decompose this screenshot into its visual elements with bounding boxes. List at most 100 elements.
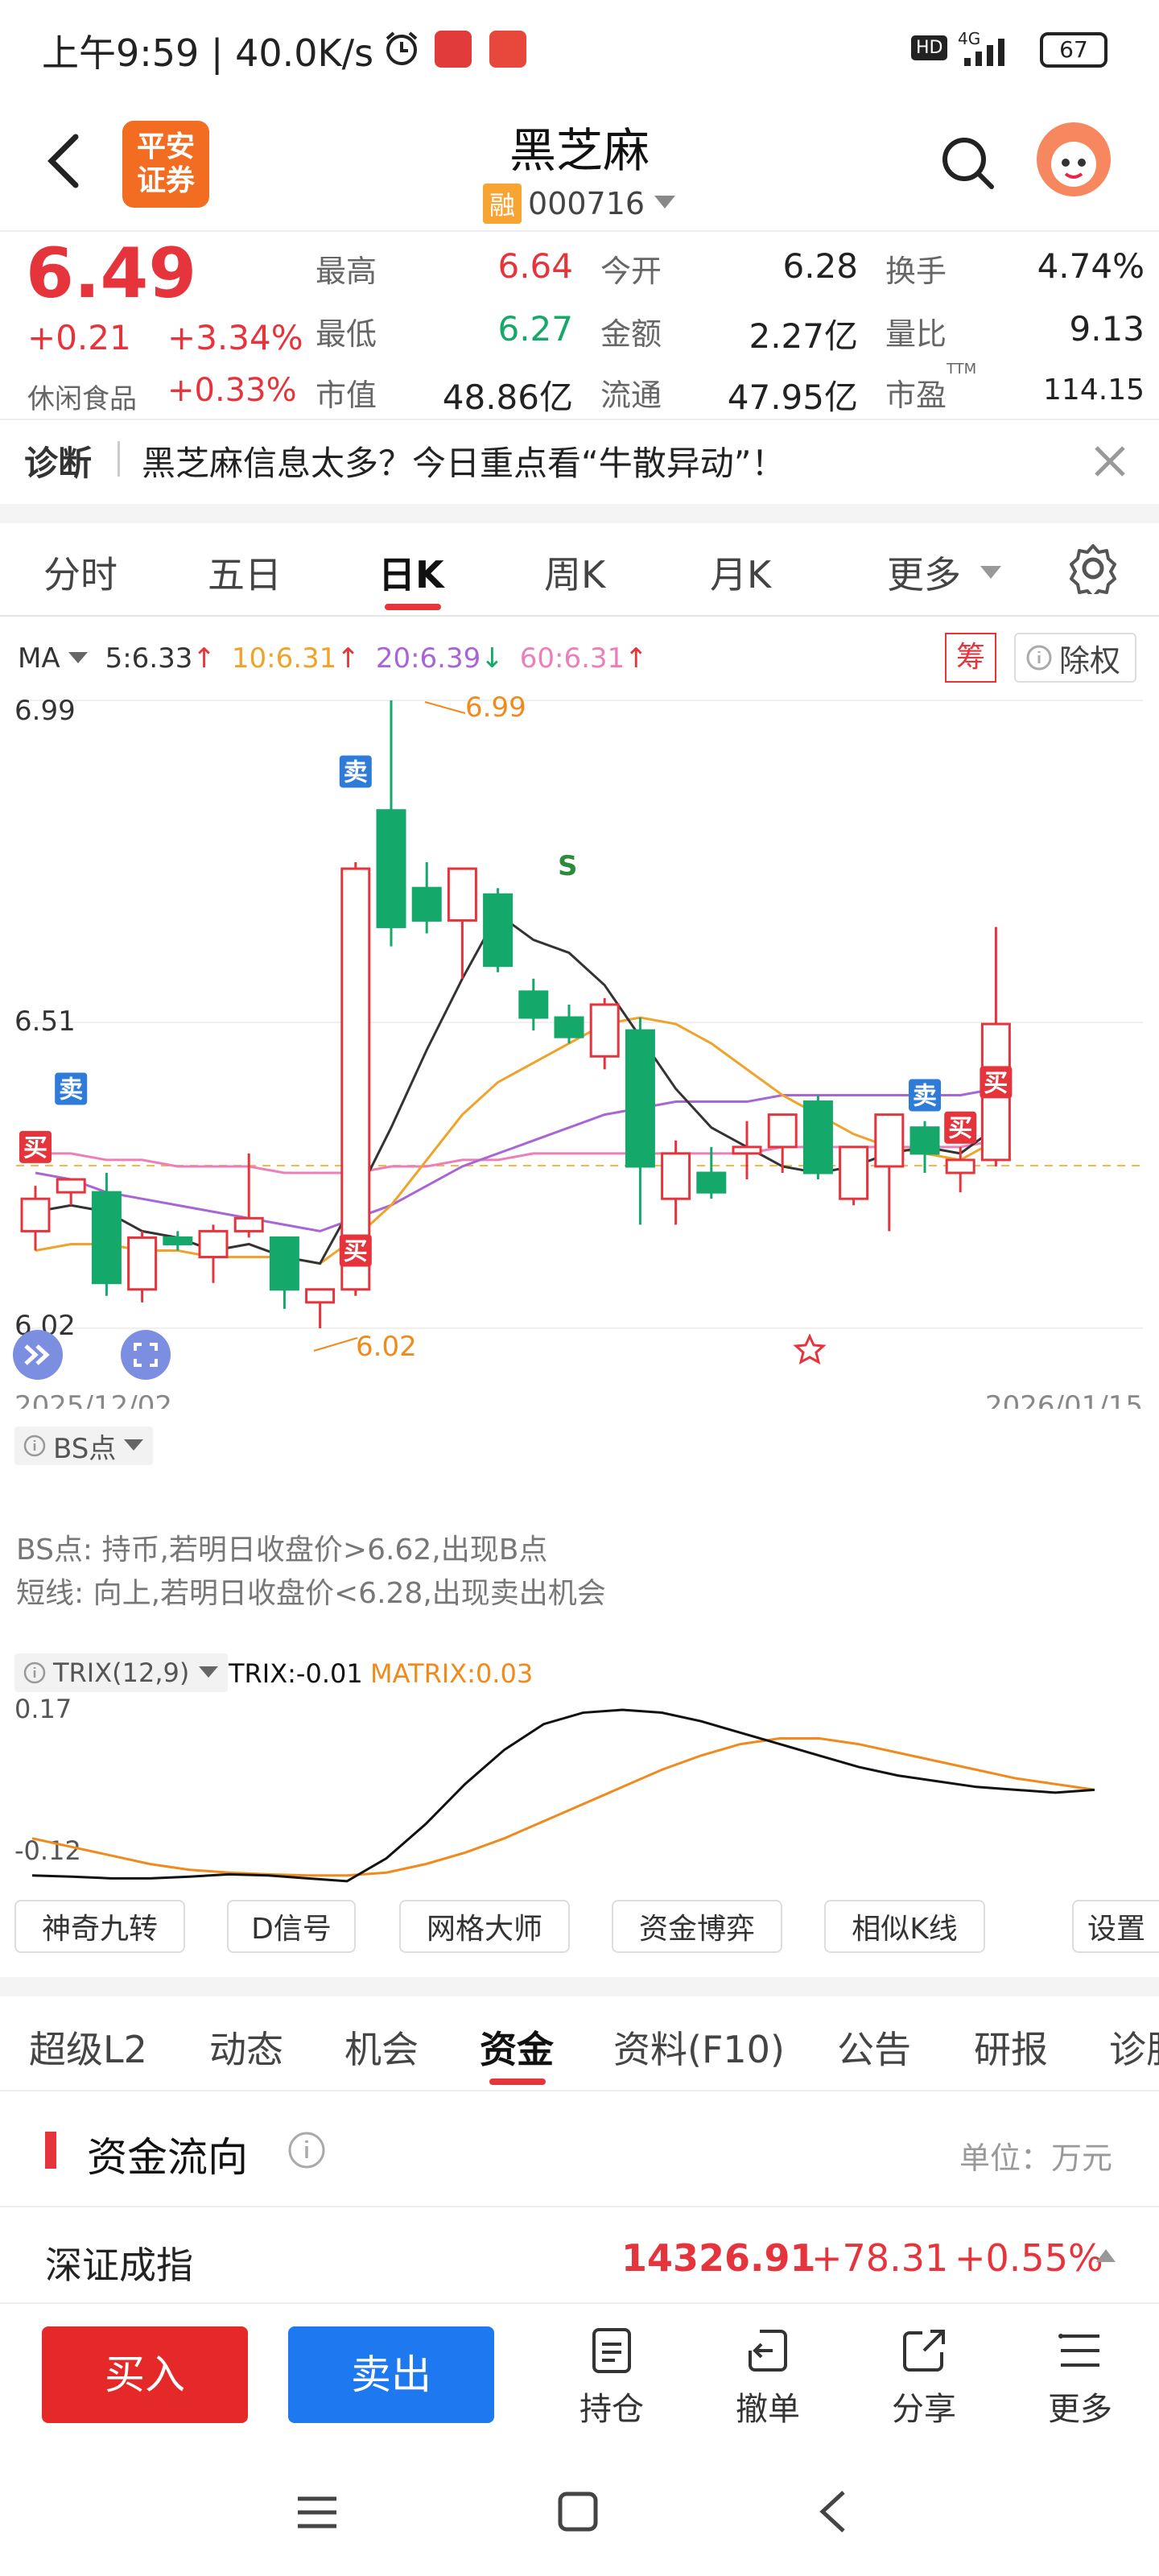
tab-monthly-k[interactable]: 月K <box>710 546 771 599</box>
trix-chart[interactable]: 0.17 -0.12 <box>0 1694 1159 1887</box>
stat-market-cap: 市值 48.86亿 <box>316 378 573 417</box>
candle-body <box>91 1191 122 1285</box>
bs-indicator-selector[interactable]: BS点 <box>14 1426 154 1465</box>
candle-body <box>269 1236 299 1291</box>
hold-button[interactable]: 持仓 <box>547 2326 676 2429</box>
trix-top-label: 0.17 <box>14 1694 72 1724</box>
triangle-up-icon[interactable] <box>1095 2248 1117 2267</box>
buy-signal-label: 买 <box>344 1238 368 1266</box>
tab-opportunity[interactable]: 机会 <box>344 2021 419 2074</box>
tool-settings[interactable]: 设置 <box>1072 1900 1159 1953</box>
tool-d-signal[interactable]: D信号 <box>227 1900 356 1953</box>
home-icon[interactable] <box>555 2489 600 2537</box>
tab-intraday[interactable]: 分时 <box>43 546 118 599</box>
buy-signal-marker[interactable]: 买 <box>19 1130 52 1163</box>
gear-icon[interactable] <box>1067 543 1119 599</box>
more-button[interactable]: 更多 <box>1016 2326 1145 2429</box>
candle <box>305 1288 336 1328</box>
candle-body <box>945 1158 975 1174</box>
stat-high: 最高 6.64 <box>316 246 573 289</box>
event-star-icon[interactable] <box>792 1333 827 1372</box>
search-icon[interactable] <box>940 135 996 195</box>
tab-research[interactable]: 研报 <box>974 2021 1048 2074</box>
sector-name[interactable]: 休闲食品 <box>27 377 137 416</box>
candle-body <box>909 1126 940 1155</box>
low-marker-line <box>313 1337 358 1352</box>
stock-code-selector[interactable]: 融 000716 <box>483 184 677 224</box>
back-nav-icon[interactable] <box>813 2487 853 2539</box>
info-icon <box>1026 645 1052 671</box>
candle-body <box>56 1178 86 1194</box>
buy-button[interactable]: 买入 <box>42 2326 248 2423</box>
tool-grid-master[interactable]: 网格大师 <box>399 1900 570 1953</box>
margin-badge: 融 <box>483 184 522 224</box>
ma5-line <box>35 912 997 1265</box>
candle-body <box>233 1216 264 1232</box>
candle-body <box>554 1016 584 1038</box>
ma-legend[interactable]: MA 5:6.33 ↑ 10:6.31 ↑ 20:6.39 ↓ 60:6.31 ↑ <box>18 642 648 675</box>
tool-fund-game[interactable]: 资金博弈 <box>612 1900 782 1953</box>
candle <box>198 1224 229 1283</box>
stat-open: 今开 6.28 <box>600 246 858 289</box>
undo-icon <box>749 2330 787 2372</box>
sell-signal-marker[interactable]: 卖 <box>339 755 372 788</box>
trix-line <box>31 1708 1095 1883</box>
hd-icon: HD <box>911 35 948 60</box>
trix-indicator-selector[interactable]: TRIX(12,9) <box>14 1653 229 1692</box>
buy-signal-marker[interactable]: 买 <box>980 1066 1013 1099</box>
tab-more[interactable]: 更多 <box>887 546 1003 599</box>
candlestick-chart[interactable]: 买卖卖买买买卖S 6.99 6.51 6.02 6.99 6.02 2025/1… <box>0 684 1159 1409</box>
close-icon[interactable] <box>1091 443 1128 483</box>
tab-announcement[interactable]: 公告 <box>837 2021 911 2074</box>
stat-float-cap: 流通 47.95亿 <box>600 378 858 417</box>
candle <box>163 1231 193 1251</box>
index-change: +78.31 <box>811 2236 949 2280</box>
tool-similar-k[interactable]: 相似K线 <box>824 1900 985 1953</box>
sell-button[interactable]: 卖出 <box>288 2326 494 2423</box>
matrix-value: MATRIX:0.03 <box>370 1658 534 1689</box>
matrix-line <box>31 1736 1095 1877</box>
cancel-order-button[interactable]: 撤单 <box>703 2326 832 2429</box>
signal-icon <box>958 35 1022 71</box>
sell-signal-label: 卖 <box>59 1075 83 1104</box>
candle-body <box>20 1197 51 1232</box>
share-button[interactable]: 分享 <box>860 2326 988 2429</box>
price-change: +0.21 <box>27 318 131 357</box>
chevron-down-icon <box>124 1439 144 1451</box>
app-notification-icon <box>435 31 472 68</box>
tool-magic-nine[interactable]: 神奇九转 <box>14 1900 185 1953</box>
trix-bottom-label: -0.12 <box>14 1835 81 1866</box>
candle-body <box>447 867 477 922</box>
date-start: 2025/12/02 <box>14 1390 172 1409</box>
tab-diagnosis[interactable]: 诊股 <box>1109 2021 1159 2074</box>
diagnosis-text[interactable]: 黑芝麻信息太多？今日重点看“牛散异动”！ <box>142 436 786 485</box>
sell-signal-marker[interactable]: 卖 <box>909 1079 941 1112</box>
adjust-rights-button[interactable]: 除权 <box>1014 633 1136 683</box>
tab-super-l2[interactable]: 超级L2 <box>29 2021 147 2074</box>
tab-five-day[interactable]: 五日 <box>208 546 282 599</box>
tab-news[interactable]: 动态 <box>209 2021 283 2074</box>
tab-fund[interactable]: 资金 <box>480 2021 554 2074</box>
buy-signal-marker[interactable]: 买 <box>944 1111 977 1144</box>
tab-f10[interactable]: 资料(F10) <box>613 2021 785 2074</box>
buy-signal-marker[interactable]: 买 <box>339 1234 372 1267</box>
fast-forward-icon[interactable] <box>13 1330 63 1380</box>
low-marker-label: 6.02 <box>356 1331 417 1363</box>
avatar[interactable] <box>1037 122 1111 196</box>
tab-weekly-k[interactable]: 周K <box>544 546 605 599</box>
info-icon[interactable] <box>287 2130 327 2174</box>
candle <box>340 862 371 1296</box>
fullscreen-icon[interactable] <box>121 1330 171 1380</box>
candle-body <box>518 990 549 1019</box>
candle <box>874 1113 905 1232</box>
recent-apps-icon[interactable] <box>293 2492 341 2536</box>
tab-daily-k[interactable]: 日K <box>378 546 444 599</box>
candle <box>839 1146 869 1206</box>
index-pct: +0.55% <box>955 2236 1103 2280</box>
buy-signal-label: 买 <box>948 1115 972 1143</box>
sell-signal-marker[interactable]: 卖 <box>55 1072 88 1105</box>
buy-signal-label: 买 <box>984 1069 1008 1097</box>
chip-distribution-button[interactable]: 筹 <box>945 633 996 683</box>
s-signal-label: S <box>558 850 578 882</box>
candle <box>696 1146 727 1199</box>
